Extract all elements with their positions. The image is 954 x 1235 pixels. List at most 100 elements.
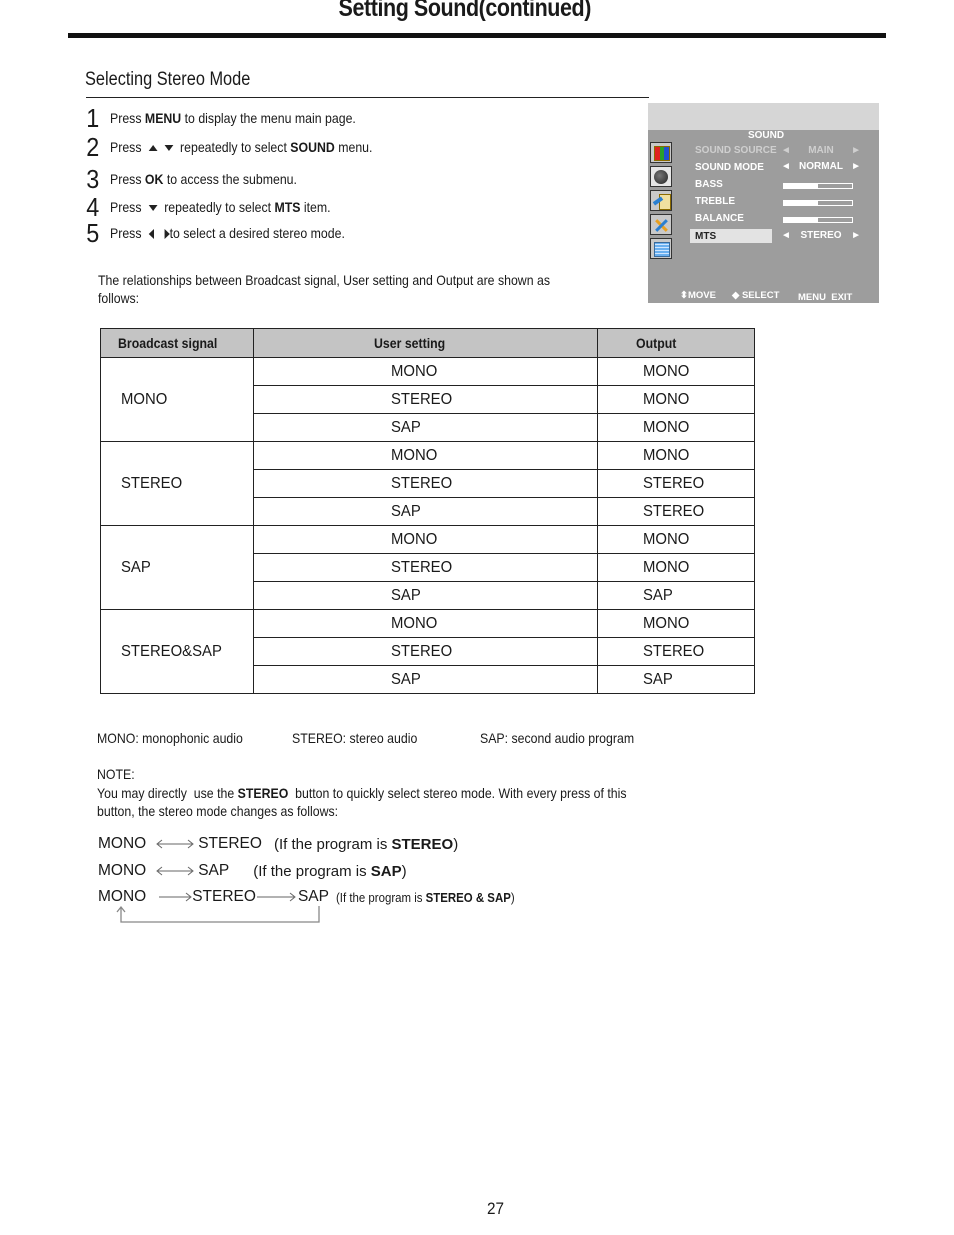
balance-slider[interactable]: [783, 217, 853, 223]
note-label: NOTE:: [97, 766, 140, 782]
osd-value-sound-source[interactable]: ◄ MAIN ►: [781, 145, 861, 156]
up-arrow-icon: [148, 145, 158, 152]
osd-footer-move: ⬍MOVE: [680, 290, 716, 301]
header-text: User setting: [374, 335, 446, 351]
note-label-text: NOTE:: [97, 766, 135, 782]
output-text: MONO: [643, 530, 690, 548]
broadcast-signal-text: STEREO&SAP: [121, 642, 222, 660]
seq-condition: (If the program is STEREO & SAP): [336, 890, 515, 905]
double-arrow-icon: [156, 839, 195, 849]
osd-sound-menu: SOUND SOUND SOURCE ◄ MAIN ► SOUND MODE ◄ NO…: [648, 103, 879, 303]
seq-item: MONO: [98, 862, 147, 879]
step-text-pre: Press: [110, 225, 145, 241]
osd-item-sound-source[interactable]: SOUND SOURCE: [695, 145, 777, 156]
page-title: Setting Sound(continued): [0, 0, 930, 23]
left-arrow-icon: [148, 229, 154, 240]
cell-user-setting: STEREO: [253, 553, 599, 582]
cell-output: SAP: [597, 581, 755, 610]
note-body: You may directly use the STEREO button t…: [97, 784, 657, 820]
step-text: Press OK to access the submenu.: [110, 171, 297, 187]
header-user-setting: User setting: [253, 328, 599, 358]
header-output: Output: [597, 328, 755, 358]
stereo-mode-table: Broadcast signal User setting Output MON…: [99, 328, 755, 694]
left-arrow-icon: ◄: [781, 145, 791, 156]
cell-user-setting: MONO: [253, 525, 599, 554]
osd-footer-select-label: SELECT: [741, 290, 780, 301]
user-setting-text: MONO: [391, 446, 438, 464]
cell-user-setting: SAP: [253, 665, 599, 694]
double-arrow-icon: [156, 866, 195, 876]
seq-condition-bold: STEREO & SAP: [425, 889, 511, 905]
osd-value-mts[interactable]: ◄ STEREO ►: [781, 230, 861, 241]
osd-item-treble[interactable]: TREBLE: [695, 196, 735, 207]
channel-icon: [650, 238, 672, 259]
broadcast-signal-text: SAP: [121, 558, 151, 576]
left-right-arrow-icon: ◆: [732, 290, 742, 301]
step-text: Press repeatedly to select SOUND menu.: [110, 139, 372, 155]
right-arrow-icon: ►: [851, 230, 861, 241]
left-arrow-icon: ◄: [781, 161, 791, 172]
relationship-intro-text: The relationships between Broadcast sign…: [98, 272, 550, 306]
osd-title: SOUND: [747, 130, 785, 141]
step-text-pre: Press: [110, 171, 145, 187]
output-text: STEREO: [643, 642, 705, 660]
cell-output: MONO: [597, 413, 755, 442]
sound-icon: [650, 166, 672, 187]
step-text-pre: Press: [110, 139, 145, 155]
osd-item-mts[interactable]: MTS: [695, 231, 716, 242]
treble-slider[interactable]: [783, 200, 853, 206]
output-text: SAP: [643, 670, 673, 688]
cell-user-setting: STEREO: [253, 469, 599, 498]
legend-sap-text: SAP: second audio program: [480, 730, 635, 746]
legend-mono: MONO: monophonic audio: [97, 730, 263, 746]
step-4: 4 Press repeatedly to select MTS item.: [85, 192, 361, 222]
step-key-sound: SOUND: [290, 139, 335, 155]
sequence-stereo-sap: MONO STEREO SAP (If the program is STERE…: [98, 887, 539, 907]
osd-footer-menu-exit: MENU EXIT: [798, 292, 853, 303]
cell-user-setting: SAP: [253, 497, 599, 526]
cell-broadcast-signal: SAP: [99, 525, 255, 610]
table-row: SAP MONO MONO: [99, 525, 755, 610]
cycle-return-arrow-icon: [116, 905, 320, 923]
user-setting-text: MONO: [391, 530, 438, 548]
title-rule: [68, 33, 886, 38]
cell-user-setting: STEREO: [253, 637, 599, 666]
header-text: Output: [636, 335, 677, 351]
osd-value-sound-mode[interactable]: ◄ NORMAL ►: [781, 161, 861, 172]
seq-condition: (If the program is STEREO): [274, 836, 458, 853]
step-3: 3 Press OK to access the submenu.: [85, 163, 322, 194]
osd-item-balance[interactable]: BALANCE: [695, 213, 744, 224]
step-text-mid: repeatedly to select: [160, 199, 275, 215]
seq-item: MONO: [98, 888, 147, 905]
function-icon: [650, 190, 672, 211]
output-text: MONO: [643, 362, 690, 380]
left-arrow-icon: ◄: [781, 230, 791, 241]
broadcast-signal-text: STEREO: [121, 474, 183, 492]
table-row: STEREO&SAP MONO MONO: [99, 609, 755, 694]
setup-icon: [650, 214, 672, 235]
step-text-post: menu.: [334, 139, 373, 155]
bass-slider-fill: [784, 184, 818, 188]
step-2: 2 Press repeatedly to select SOUND menu.: [85, 132, 408, 162]
osd-item-sound-mode[interactable]: SOUND MODE: [695, 162, 764, 173]
step-text-pre: Press: [110, 110, 145, 126]
osd-value-text: STEREO: [800, 230, 842, 241]
step-text: Press repeatedly to select MTS item.: [110, 199, 331, 215]
cell-output: STEREO: [597, 497, 755, 526]
down-arrow-icon: [148, 205, 158, 212]
bass-slider[interactable]: [783, 183, 853, 189]
step-text-post: to access the submenu.: [163, 171, 297, 187]
cell-output: MONO: [597, 525, 755, 554]
cell-broadcast-signal: MONO: [99, 357, 255, 442]
seq-item: SAP: [297, 888, 329, 905]
up-down-arrow-icon: ⬍: [680, 290, 688, 301]
cell-output: STEREO: [597, 637, 755, 666]
right-arrow-icon: [158, 892, 193, 902]
legend-sap: SAP: second audio program: [480, 730, 655, 746]
osd-value-text: NORMAL: [799, 161, 843, 172]
legend-stereo: STEREO: stereo audio: [292, 730, 434, 746]
osd-item-bass[interactable]: BASS: [695, 179, 723, 190]
step-number: 1: [86, 102, 100, 133]
cell-user-setting: STEREO: [253, 385, 599, 414]
step-number: 3: [86, 163, 100, 194]
